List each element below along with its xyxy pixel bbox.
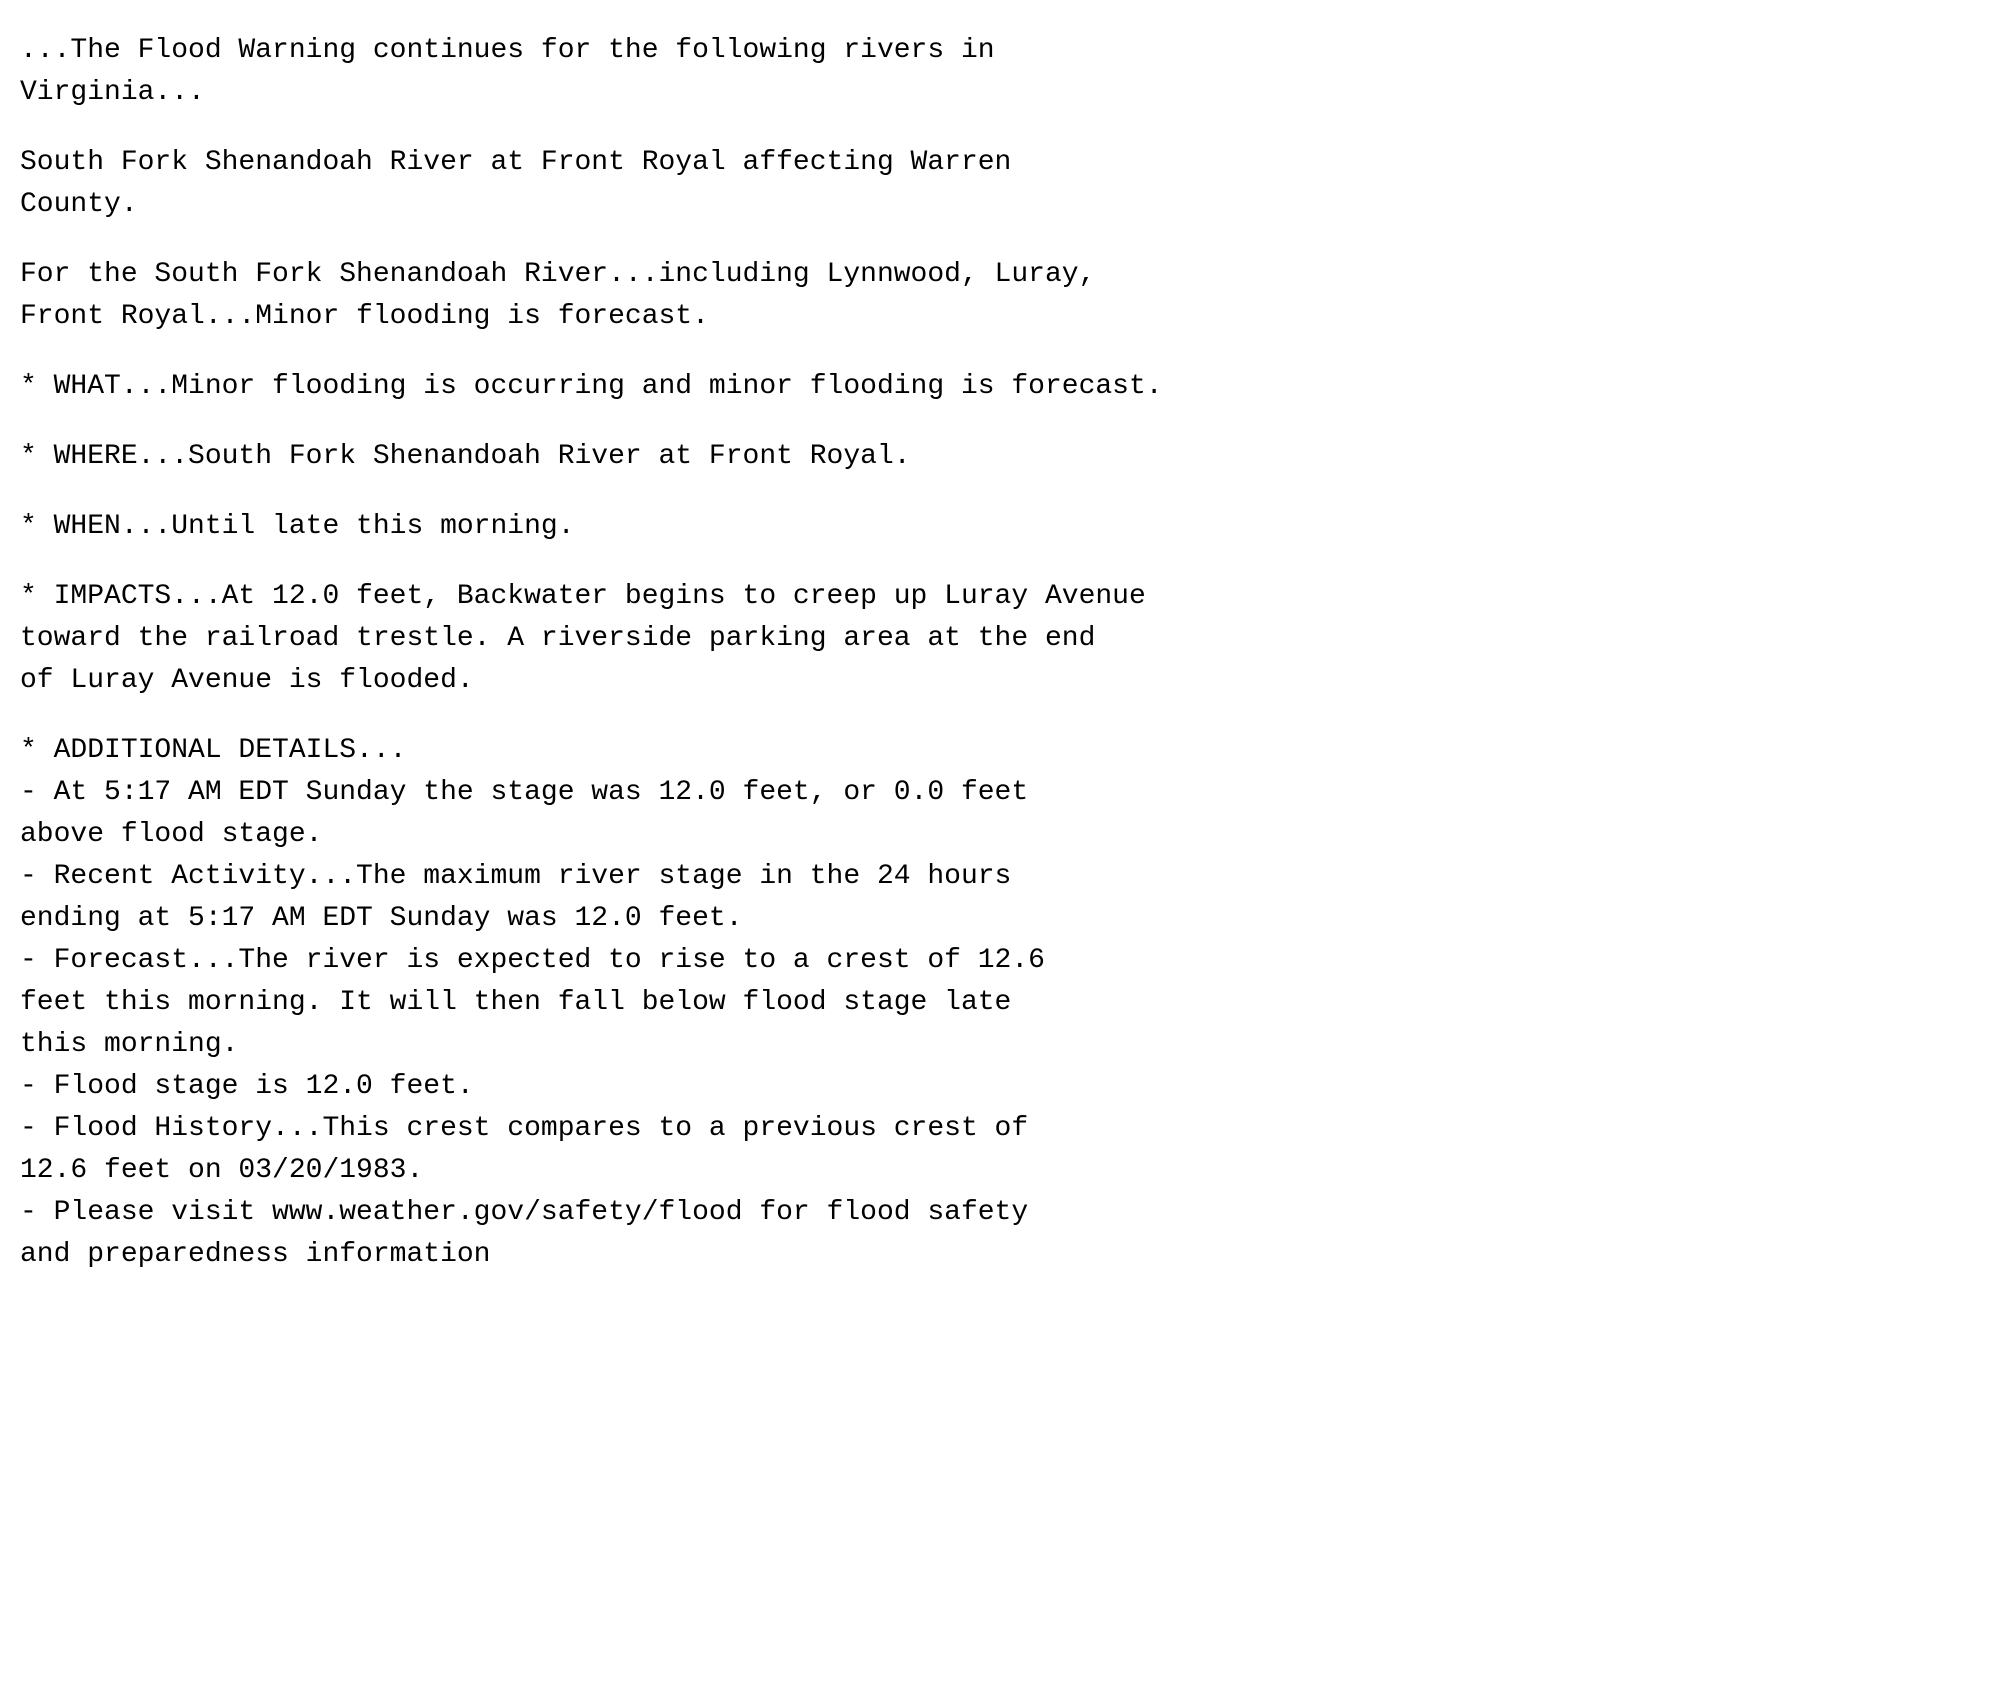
main-content: ...The Flood Warning continues for the f…: [20, 30, 1970, 1276]
paragraph-impacts: * IMPACTS...At 12.0 feet, Backwater begi…: [20, 576, 1970, 702]
paragraph-additional-details: * ADDITIONAL DETAILS... - At 5:17 AM EDT…: [20, 730, 1970, 1276]
paragraph-intro: ...The Flood Warning continues for the f…: [20, 30, 1970, 114]
paragraph-what: * WHAT...Minor flooding is occurring and…: [20, 366, 1970, 408]
paragraph-where: * WHERE...South Fork Shenandoah River at…: [20, 436, 1970, 478]
paragraph-when: * WHEN...Until late this morning.: [20, 506, 1970, 548]
paragraph-location: South Fork Shenandoah River at Front Roy…: [20, 142, 1970, 226]
paragraph-forecast-summary: For the South Fork Shenandoah River...in…: [20, 254, 1970, 338]
